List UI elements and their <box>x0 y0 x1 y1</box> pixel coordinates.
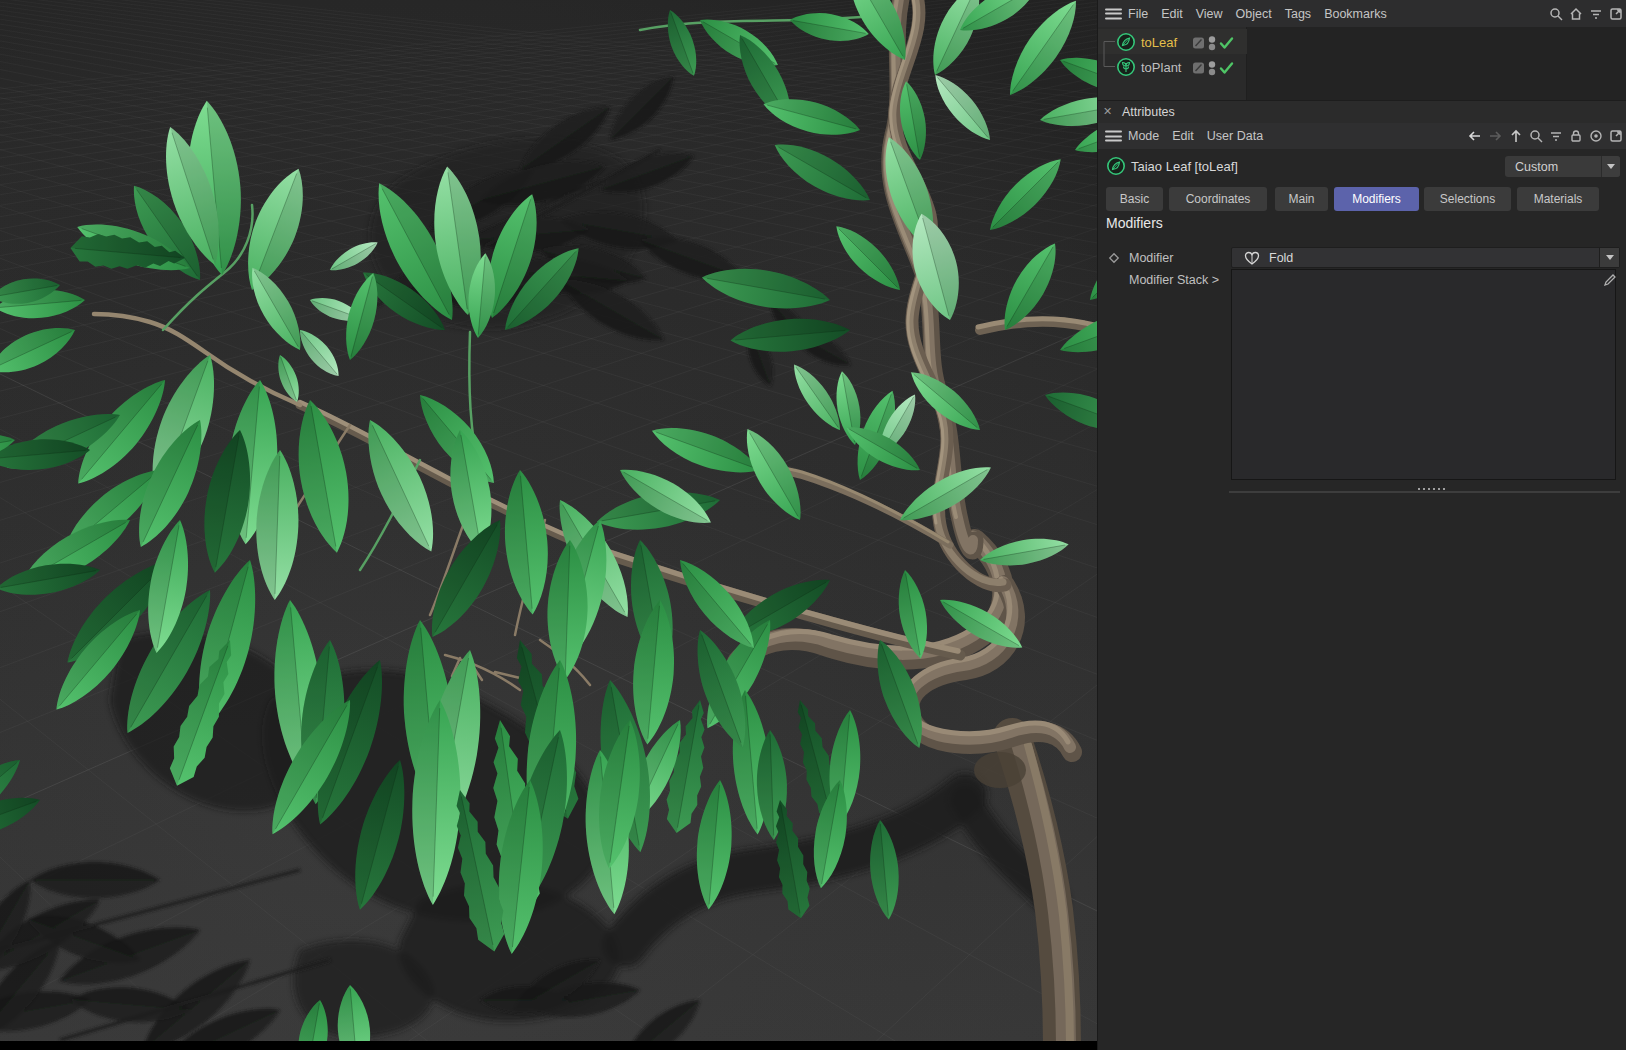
close-icon[interactable]: ✕ <box>1103 105 1112 118</box>
menu-view[interactable]: View <box>1196 7 1223 21</box>
viewport-bottom-strip <box>0 1041 1097 1050</box>
object-manager-menu-icon[interactable] <box>1105 8 1122 19</box>
modifier-dropdown[interactable]: Fold <box>1231 247 1620 268</box>
tab-selections[interactable]: Selections <box>1424 187 1511 211</box>
object-manager: toLeaf toPlant <box>1098 27 1626 100</box>
chevron-right-icon: > <box>1212 273 1219 287</box>
pencil-icon[interactable] <box>1602 272 1618 288</box>
home-icon[interactable] <box>1569 7 1583 21</box>
object-flags-toplant[interactable] <box>1193 60 1238 77</box>
modifier-stack-label[interactable]: Modifier Stack > <box>1129 273 1219 287</box>
search-icon[interactable] <box>1529 129 1543 143</box>
dropdown-arrow-icon[interactable] <box>1601 156 1620 177</box>
tab-materials[interactable]: Materials <box>1517 187 1599 211</box>
preset-value: Custom <box>1515 160 1558 174</box>
menu-user-data[interactable]: User Data <box>1207 129 1263 143</box>
tab-main[interactable]: Main <box>1275 187 1328 211</box>
preset-dropdown[interactable]: Custom <box>1505 156 1620 177</box>
menu-bookmarks[interactable]: Bookmarks <box>1324 7 1387 21</box>
attributes-title: Attributes <box>1122 105 1175 119</box>
menu-tags[interactable]: Tags <box>1285 7 1311 21</box>
new-window-icon[interactable] <box>1609 129 1623 143</box>
viewport-3d[interactable] <box>0 0 1097 1041</box>
object-flags-toleaf[interactable] <box>1193 35 1238 52</box>
attributes-menubar: Mode Edit User Data <box>1098 123 1626 149</box>
tab-coordinates[interactable]: Coordinates <box>1169 187 1267 211</box>
attributes-menu-icon[interactable] <box>1105 131 1122 142</box>
modifier-label: Modifier <box>1129 251 1173 265</box>
modifiers-section-title: Modifiers <box>1106 215 1163 231</box>
modifier-stack-box[interactable] <box>1231 269 1616 480</box>
menu-mode[interactable]: Mode <box>1128 129 1159 143</box>
object-title-row: Taiao Leaf [toLeaf] Custom <box>1098 152 1626 180</box>
leaf-object-icon <box>1106 156 1126 176</box>
menu-edit[interactable]: Edit <box>1161 7 1183 21</box>
up-arrow-icon[interactable] <box>1509 129 1523 143</box>
dropdown-arrow-icon[interactable] <box>1599 248 1619 267</box>
new-window-icon[interactable] <box>1609 7 1623 21</box>
panel-splitter[interactable] <box>1229 491 1620 493</box>
filter-icon[interactable] <box>1589 7 1603 21</box>
splitter-dots <box>1418 488 1445 490</box>
fold-modifier-icon <box>1244 251 1260 266</box>
filter-icon[interactable] <box>1549 129 1563 143</box>
object-manager-menubar: File Edit View Object Tags Bookmarks <box>1098 0 1626 27</box>
lock-icon[interactable] <box>1569 129 1583 143</box>
modifier-value: Fold <box>1269 251 1293 265</box>
menu-file[interactable]: File <box>1128 7 1148 21</box>
target-icon[interactable] <box>1589 129 1603 143</box>
menu-edit2[interactable]: Edit <box>1172 129 1194 143</box>
diamond-icon[interactable] <box>1108 252 1120 264</box>
tab-modifiers[interactable]: Modifiers <box>1334 187 1419 211</box>
attributes-header: ✕ Attributes <box>1098 100 1626 123</box>
menu-object[interactable]: Object <box>1236 7 1272 21</box>
tab-basic[interactable]: Basic <box>1106 187 1163 211</box>
object-title: Taiao Leaf [toLeaf] <box>1131 159 1238 174</box>
back-arrow-icon[interactable] <box>1467 129 1482 143</box>
search-icon[interactable] <box>1549 7 1563 21</box>
right-panel: File Edit View Object Tags Bookmarks toL… <box>1097 0 1626 1050</box>
forward-arrow-icon[interactable] <box>1488 129 1503 143</box>
